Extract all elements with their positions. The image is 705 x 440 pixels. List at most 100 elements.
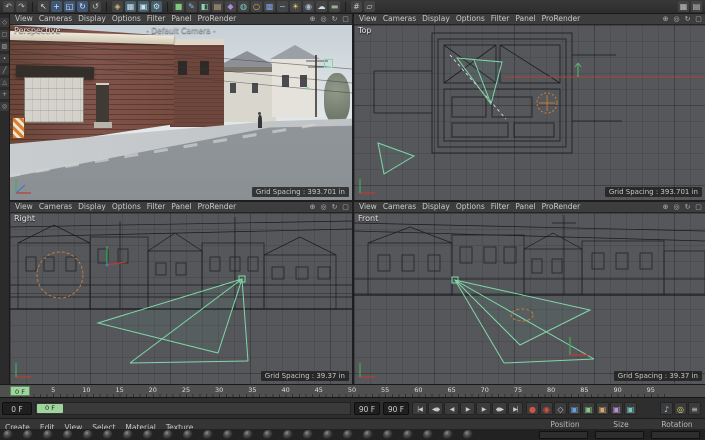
snap-icon[interactable]: # bbox=[351, 1, 362, 12]
zoom-view-icon[interactable]: ◎ bbox=[319, 203, 328, 212]
viewport-menu-view[interactable]: View bbox=[356, 202, 380, 212]
camera-icon[interactable]: ◉ bbox=[303, 1, 314, 12]
end-frame-field[interactable]: 90 F bbox=[383, 402, 409, 415]
material-thumbnail[interactable] bbox=[163, 430, 173, 440]
material-thumbnail[interactable] bbox=[63, 430, 73, 440]
workplane-icon[interactable]: ▱ bbox=[364, 1, 375, 12]
last-tool-icon[interactable]: ↺ bbox=[90, 1, 101, 12]
mograph-icon[interactable]: ◆ bbox=[225, 1, 236, 12]
size-field[interactable] bbox=[595, 431, 644, 439]
viewport-menu-display[interactable]: Display bbox=[75, 14, 109, 24]
material-thumbnail[interactable] bbox=[403, 430, 413, 440]
live-selection-icon[interactable]: ↖ bbox=[38, 1, 49, 12]
undo-icon[interactable]: ↶ bbox=[3, 1, 14, 12]
viewport-menu-panel[interactable]: Panel bbox=[168, 202, 194, 212]
material-thumbnail[interactable] bbox=[223, 430, 233, 440]
viewport-menu-prorender[interactable]: ProRender bbox=[195, 202, 240, 212]
render-settings-icon[interactable]: ⚙ bbox=[151, 1, 162, 12]
material-thumbnail[interactable] bbox=[83, 430, 93, 440]
viewport-menu-cameras[interactable]: Cameras bbox=[36, 202, 75, 212]
viewport-menu-prorender[interactable]: ProRender bbox=[539, 202, 584, 212]
material-thumbnail[interactable] bbox=[303, 430, 313, 440]
zoom-view-icon[interactable]: ◎ bbox=[672, 203, 681, 212]
material-thumbnail[interactable] bbox=[143, 430, 153, 440]
material-thumbnail[interactable] bbox=[23, 430, 33, 440]
material-thumbnail[interactable] bbox=[443, 430, 453, 440]
coordinate-system-icon[interactable]: ◈ bbox=[112, 1, 123, 12]
goto-start-icon[interactable]: |◀ bbox=[412, 402, 427, 415]
floor-icon[interactable]: ▬ bbox=[329, 1, 340, 12]
material-thumbnail[interactable] bbox=[323, 430, 333, 440]
subdivision-surface-icon[interactable]: ◧ bbox=[199, 1, 210, 12]
key-scale-icon[interactable]: ▣ bbox=[582, 402, 595, 415]
key-parameter-icon[interactable]: ▣ bbox=[610, 402, 623, 415]
viewport-menu-filter[interactable]: Filter bbox=[144, 14, 169, 24]
viewport-menu-cameras[interactable]: Cameras bbox=[36, 14, 75, 24]
material-thumbnail[interactable] bbox=[103, 430, 113, 440]
timeline-playhead[interactable]: 0 F bbox=[10, 386, 30, 396]
record-keyframe-icon[interactable]: ● bbox=[526, 402, 539, 415]
toggle-view-icon[interactable]: ▢ bbox=[341, 15, 350, 24]
zoom-view-icon[interactable]: ◎ bbox=[319, 15, 328, 24]
material-thumbnail[interactable] bbox=[3, 430, 13, 440]
pan-view-icon[interactable]: ⊕ bbox=[661, 15, 670, 24]
range-end-field[interactable]: 90 F bbox=[354, 402, 380, 415]
rotate-tool-icon[interactable]: ↻ bbox=[77, 1, 88, 12]
rotate-view-icon[interactable]: ↻ bbox=[330, 15, 339, 24]
material-thumbnail[interactable] bbox=[243, 430, 253, 440]
powerslider-handle[interactable]: 0 F bbox=[37, 404, 63, 413]
content-browser-icon[interactable]: ▤ bbox=[691, 1, 702, 12]
current-frame-field[interactable]: 0 F bbox=[2, 402, 32, 415]
viewport-menu-view[interactable]: View bbox=[12, 202, 36, 212]
extrude-icon[interactable]: ▤ bbox=[212, 1, 223, 12]
material-thumbnail[interactable] bbox=[283, 430, 293, 440]
render-view-icon[interactable]: ▦ bbox=[125, 1, 136, 12]
material-thumbnail[interactable] bbox=[183, 430, 193, 440]
simulation-icon[interactable]: ~ bbox=[277, 1, 288, 12]
viewport-menu-view[interactable]: View bbox=[12, 14, 36, 24]
render-picture-viewer-icon[interactable]: ▣ bbox=[138, 1, 149, 12]
autokeying-icon[interactable]: ◉ bbox=[540, 402, 553, 415]
environment-icon[interactable]: ☁ bbox=[316, 1, 327, 12]
key-position-icon[interactable]: ▣ bbox=[568, 402, 581, 415]
material-thumbnail[interactable] bbox=[383, 430, 393, 440]
material-thumbnail[interactable] bbox=[263, 430, 273, 440]
material-thumbnail[interactable] bbox=[123, 430, 133, 440]
scale-tool-icon[interactable]: ◱ bbox=[64, 1, 75, 12]
rotate-view-icon[interactable]: ↻ bbox=[683, 203, 692, 212]
viewport-menu-prorender[interactable]: ProRender bbox=[195, 14, 240, 24]
material-thumbnail[interactable] bbox=[343, 430, 353, 440]
perspective-view[interactable]: Perspective - Default Camera - Grid Spac… bbox=[10, 25, 352, 200]
solo-animation-icon[interactable]: ◎ bbox=[674, 402, 687, 415]
goto-end-icon[interactable]: ▶| bbox=[508, 402, 523, 415]
viewport-menu-prorender[interactable]: ProRender bbox=[539, 14, 584, 24]
toggle-view-icon[interactable]: ▢ bbox=[694, 203, 703, 212]
pan-view-icon[interactable]: ⊕ bbox=[308, 15, 317, 24]
deformer-icon[interactable]: ○ bbox=[251, 1, 262, 12]
toggle-view-icon[interactable]: ▢ bbox=[694, 15, 703, 24]
material-thumbnail[interactable] bbox=[43, 430, 53, 440]
rotate-view-icon[interactable]: ↻ bbox=[683, 15, 692, 24]
fields-icon[interactable]: ◍ bbox=[238, 1, 249, 12]
previous-key-icon[interactable]: ◀◆ bbox=[428, 402, 443, 415]
viewport-menu-cameras[interactable]: Cameras bbox=[380, 14, 419, 24]
make-editable-icon[interactable]: ◇ bbox=[0, 18, 9, 27]
previous-frame-icon[interactable]: ◀ bbox=[444, 402, 459, 415]
viewport-menu-view[interactable]: View bbox=[356, 14, 380, 24]
camera-label[interactable]: - Default Camera - bbox=[10, 26, 352, 35]
play-forward-icon[interactable]: ▶ bbox=[460, 402, 475, 415]
powerslider[interactable]: 0 F bbox=[35, 402, 351, 415]
keyframe-selection-icon[interactable]: ◇ bbox=[554, 402, 567, 415]
points-mode-icon[interactable]: ∙ bbox=[0, 54, 9, 63]
viewport-menu-filter[interactable]: Filter bbox=[144, 202, 169, 212]
light-icon[interactable]: ☀ bbox=[290, 1, 301, 12]
zoom-view-icon[interactable]: ◎ bbox=[672, 15, 681, 24]
material-thumbnail[interactable] bbox=[423, 430, 433, 440]
toggle-view-icon[interactable]: ▢ bbox=[341, 203, 350, 212]
position-field[interactable] bbox=[539, 431, 588, 439]
timeline-ruler[interactable]: 05101520253035404550556065707580859095 0… bbox=[0, 384, 705, 397]
pan-view-icon[interactable]: ⊕ bbox=[661, 203, 670, 212]
rotation-field[interactable] bbox=[651, 431, 700, 439]
viewport-menu-filter[interactable]: Filter bbox=[488, 202, 513, 212]
volume-icon[interactable]: ▩ bbox=[264, 1, 275, 12]
